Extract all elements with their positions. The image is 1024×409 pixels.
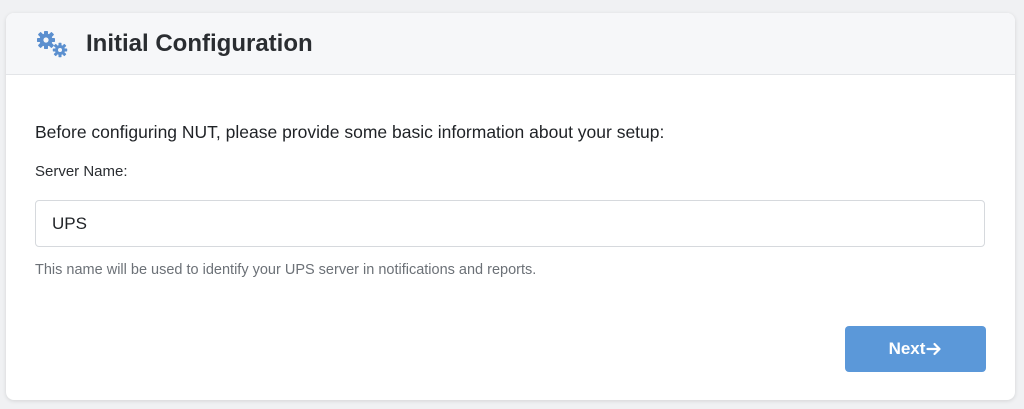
next-button[interactable]: Next xyxy=(845,326,986,372)
server-name-label: Server Name: xyxy=(35,163,128,180)
next-button-label: Next xyxy=(888,339,926,358)
gears-icon xyxy=(34,29,70,59)
card-header: Initial Configuration xyxy=(6,13,1015,75)
page-title: Initial Configuration xyxy=(86,29,313,57)
arrow-right-icon xyxy=(926,341,942,357)
initial-configuration-card: Initial Configuration Before configuring… xyxy=(6,13,1015,400)
intro-text: Before configuring NUT, please provide s… xyxy=(35,122,665,142)
server-name-input[interactable] xyxy=(35,200,985,247)
card-body: Before configuring NUT, please provide s… xyxy=(6,122,1015,278)
server-name-help-text: This name will be used to identify your … xyxy=(35,262,537,278)
